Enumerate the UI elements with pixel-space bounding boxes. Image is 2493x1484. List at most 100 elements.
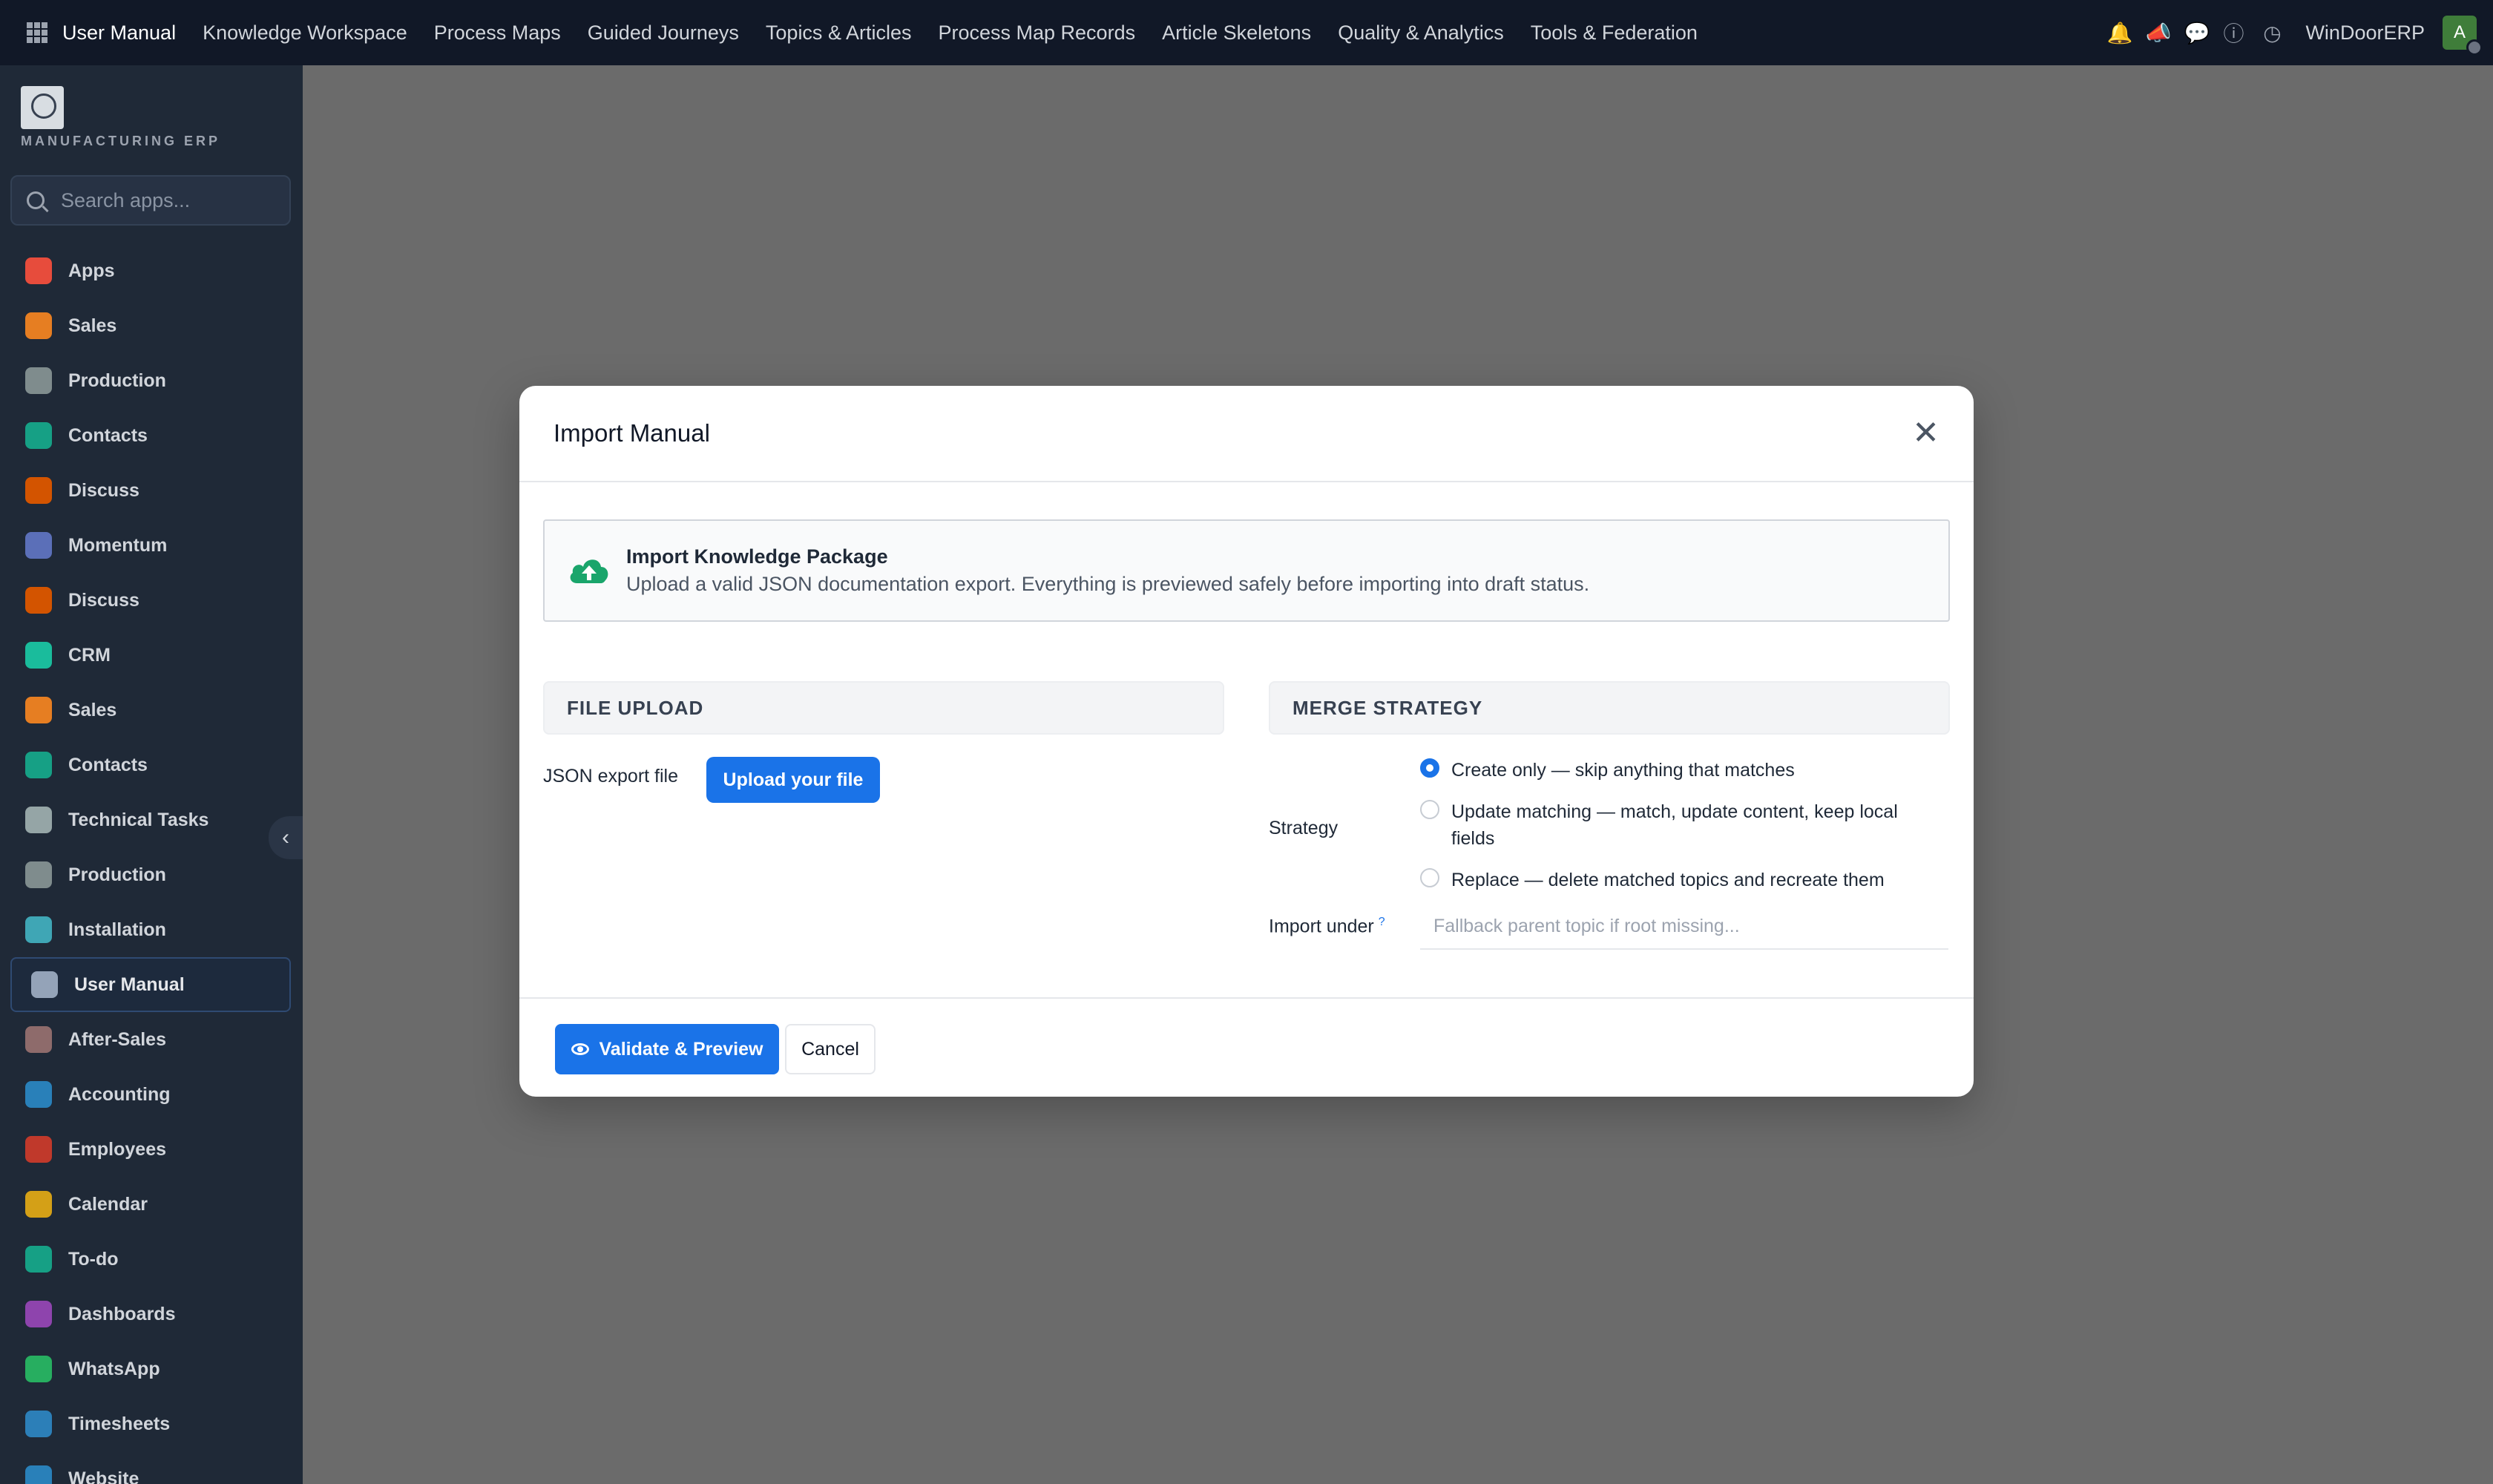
sidebar-item-timesheets[interactable]: Timesheets [0,1396,303,1451]
dialog-header: Import Manual ✕ [519,386,1974,482]
sidebar-item-label: Employees [68,1138,167,1160]
topnav-process-maps[interactable]: Process Maps [434,22,561,45]
sidebar-item-discuss[interactable]: Discuss [0,573,303,628]
cancel-button[interactable]: Cancel [785,1024,876,1074]
help-tooltip-icon[interactable]: ? [1379,916,1385,928]
topnav-process-map-records[interactable]: Process Map Records [938,22,1135,45]
radio-button[interactable] [1420,758,1439,778]
sidebar-item-production[interactable]: Production [0,847,303,902]
info-subtitle: Upload a valid JSON documentation export… [626,573,1590,595]
sidebar-item-production[interactable]: Production [0,353,303,408]
topnav-quality-analytics[interactable]: Quality & Analytics [1338,22,1504,45]
sidebar-item-user-manual[interactable]: User Manual [10,957,291,1012]
sidebar-item-contacts[interactable]: Contacts [0,738,303,792]
timesheets-icon [25,1411,52,1437]
sidebar-item-website[interactable]: Website [0,1451,303,1484]
sidebar-item-label: Production [68,370,166,391]
sidebar-item-installation[interactable]: Installation [0,902,303,957]
sidebar-item-label: Contacts [68,424,148,446]
user-avatar[interactable]: A [2443,16,2483,56]
merge-strategy-section-header: MERGE STRATEGY [1269,681,1950,735]
accounting-icon [25,1081,52,1108]
sidebar-item-label: Discuss [68,589,139,611]
strategy-option-create-only[interactable]: Create only — skip anything that matches [1420,757,1939,784]
topnav-guided-journeys[interactable]: Guided Journeys [588,22,739,45]
sidebar-item-apps[interactable]: Apps [0,243,303,298]
technical-tasks-icon [25,807,52,833]
radio-button[interactable] [1420,868,1439,887]
chat-icon[interactable]: 💬 [2184,21,2210,45]
topnav-tools-federation[interactable]: Tools & Federation [1531,22,1698,45]
sidebar-item-label: Technical Tasks [68,809,209,830]
radio-label: Update matching — match, update content,… [1451,801,1898,849]
json-file-label: JSON export file [543,766,679,787]
company-logo [21,86,64,129]
sidebar-item-contacts[interactable]: Contacts [0,408,303,463]
clock-icon[interactable]: ◷ [2261,21,2283,45]
strategy-option-update-matching[interactable]: Update matching — match, update content,… [1420,798,1939,852]
search-apps-input[interactable] [61,188,283,212]
calendar-icon [25,1191,52,1218]
contacts-icon [25,422,52,449]
sidebar-item-whatsapp[interactable]: WhatsApp [0,1342,303,1396]
validate-preview-button[interactable]: Validate & Preview [555,1024,779,1074]
sidebar-item-accounting[interactable]: Accounting [0,1067,303,1122]
sales-icon [25,312,52,339]
topnav-user-manual[interactable]: User Manual [62,22,176,45]
discuss-icon [25,477,52,504]
megaphone-icon[interactable]: 📣 [2145,21,2171,45]
help-icon[interactable]: ⓘ [2222,18,2244,47]
sidebar-item-momentum[interactable]: Momentum [0,518,303,573]
sidebar-item-label: Website [68,1468,139,1484]
sidebar-item-label: Calendar [68,1193,148,1215]
momentum-icon [25,532,52,559]
app-grid-icon[interactable] [27,22,47,43]
installation-icon [25,916,52,943]
validate-button-label: Validate & Preview [599,1038,763,1060]
sidebar-item-crm[interactable]: CRM [0,628,303,683]
sidebar-item-label: CRM [68,644,111,666]
user-manual-icon [31,971,58,998]
sidebar-item-after-sales[interactable]: After-Sales [0,1012,303,1067]
eye-icon [571,1043,589,1055]
sidebar-item-label: Apps [68,260,115,281]
employees-icon [25,1136,52,1163]
import-under-input[interactable] [1420,904,1948,950]
upload-file-button[interactable]: Upload your file [706,757,880,803]
top-navbar: User Manual Knowledge Workspace Process … [0,0,2493,65]
sidebar-item-dashboards[interactable]: Dashboards [0,1287,303,1342]
topnav-knowledge-workspace[interactable]: Knowledge Workspace [203,22,407,45]
radio-label: Create only — skip anything that matches [1451,760,1795,781]
sidebar-item-sales[interactable]: Sales [0,298,303,353]
topnav-article-skeletons[interactable]: Article Skeletons [1162,22,1311,45]
dialog-title: Import Manual [554,419,710,447]
strategy-label: Strategy [1269,818,1339,838]
logo-text: MANUFACTURING ERP [21,134,220,148]
sidebar-item-label: Sales [68,315,117,336]
radio-button[interactable] [1420,800,1439,819]
sidebar-item-label: Discuss [68,479,139,501]
dialog-footer: Validate & Preview Cancel [519,997,1974,1097]
sidebar-item-sales[interactable]: Sales [0,683,303,738]
close-icon[interactable]: ✕ [1912,417,1939,450]
sidebar-item-employees[interactable]: Employees [0,1122,303,1177]
contacts-icon [25,752,52,778]
production-icon [25,861,52,888]
strategy-option-replace[interactable]: Replace — delete matched topics and recr… [1420,867,1939,893]
apps-icon [25,257,52,284]
collapse-sidebar-button[interactable]: ‹ [269,816,303,859]
sales-icon [25,697,52,723]
sidebar-item-discuss[interactable]: Discuss [0,463,303,518]
sidebar-item-technical-tasks[interactable]: Technical Tasks [0,792,303,847]
bell-icon[interactable]: 🔔 [2106,21,2132,45]
search-icon [27,191,45,209]
file-upload-section-header: FILE UPLOAD [543,681,1224,735]
sidebar-item-label: Momentum [68,534,168,556]
company-switcher[interactable]: WinDoorERP [2305,22,2425,45]
info-title: Import Knowledge Package [626,545,888,568]
sidebar-item-calendar[interactable]: Calendar [0,1177,303,1232]
sidebar-item-to-do[interactable]: To-do [0,1232,303,1287]
topnav-topics-articles[interactable]: Topics & Articles [766,22,912,45]
app-sidebar: MANUFACTURING ERP Apps Sales Production Con… [0,65,303,1484]
discuss-icon [25,587,52,614]
